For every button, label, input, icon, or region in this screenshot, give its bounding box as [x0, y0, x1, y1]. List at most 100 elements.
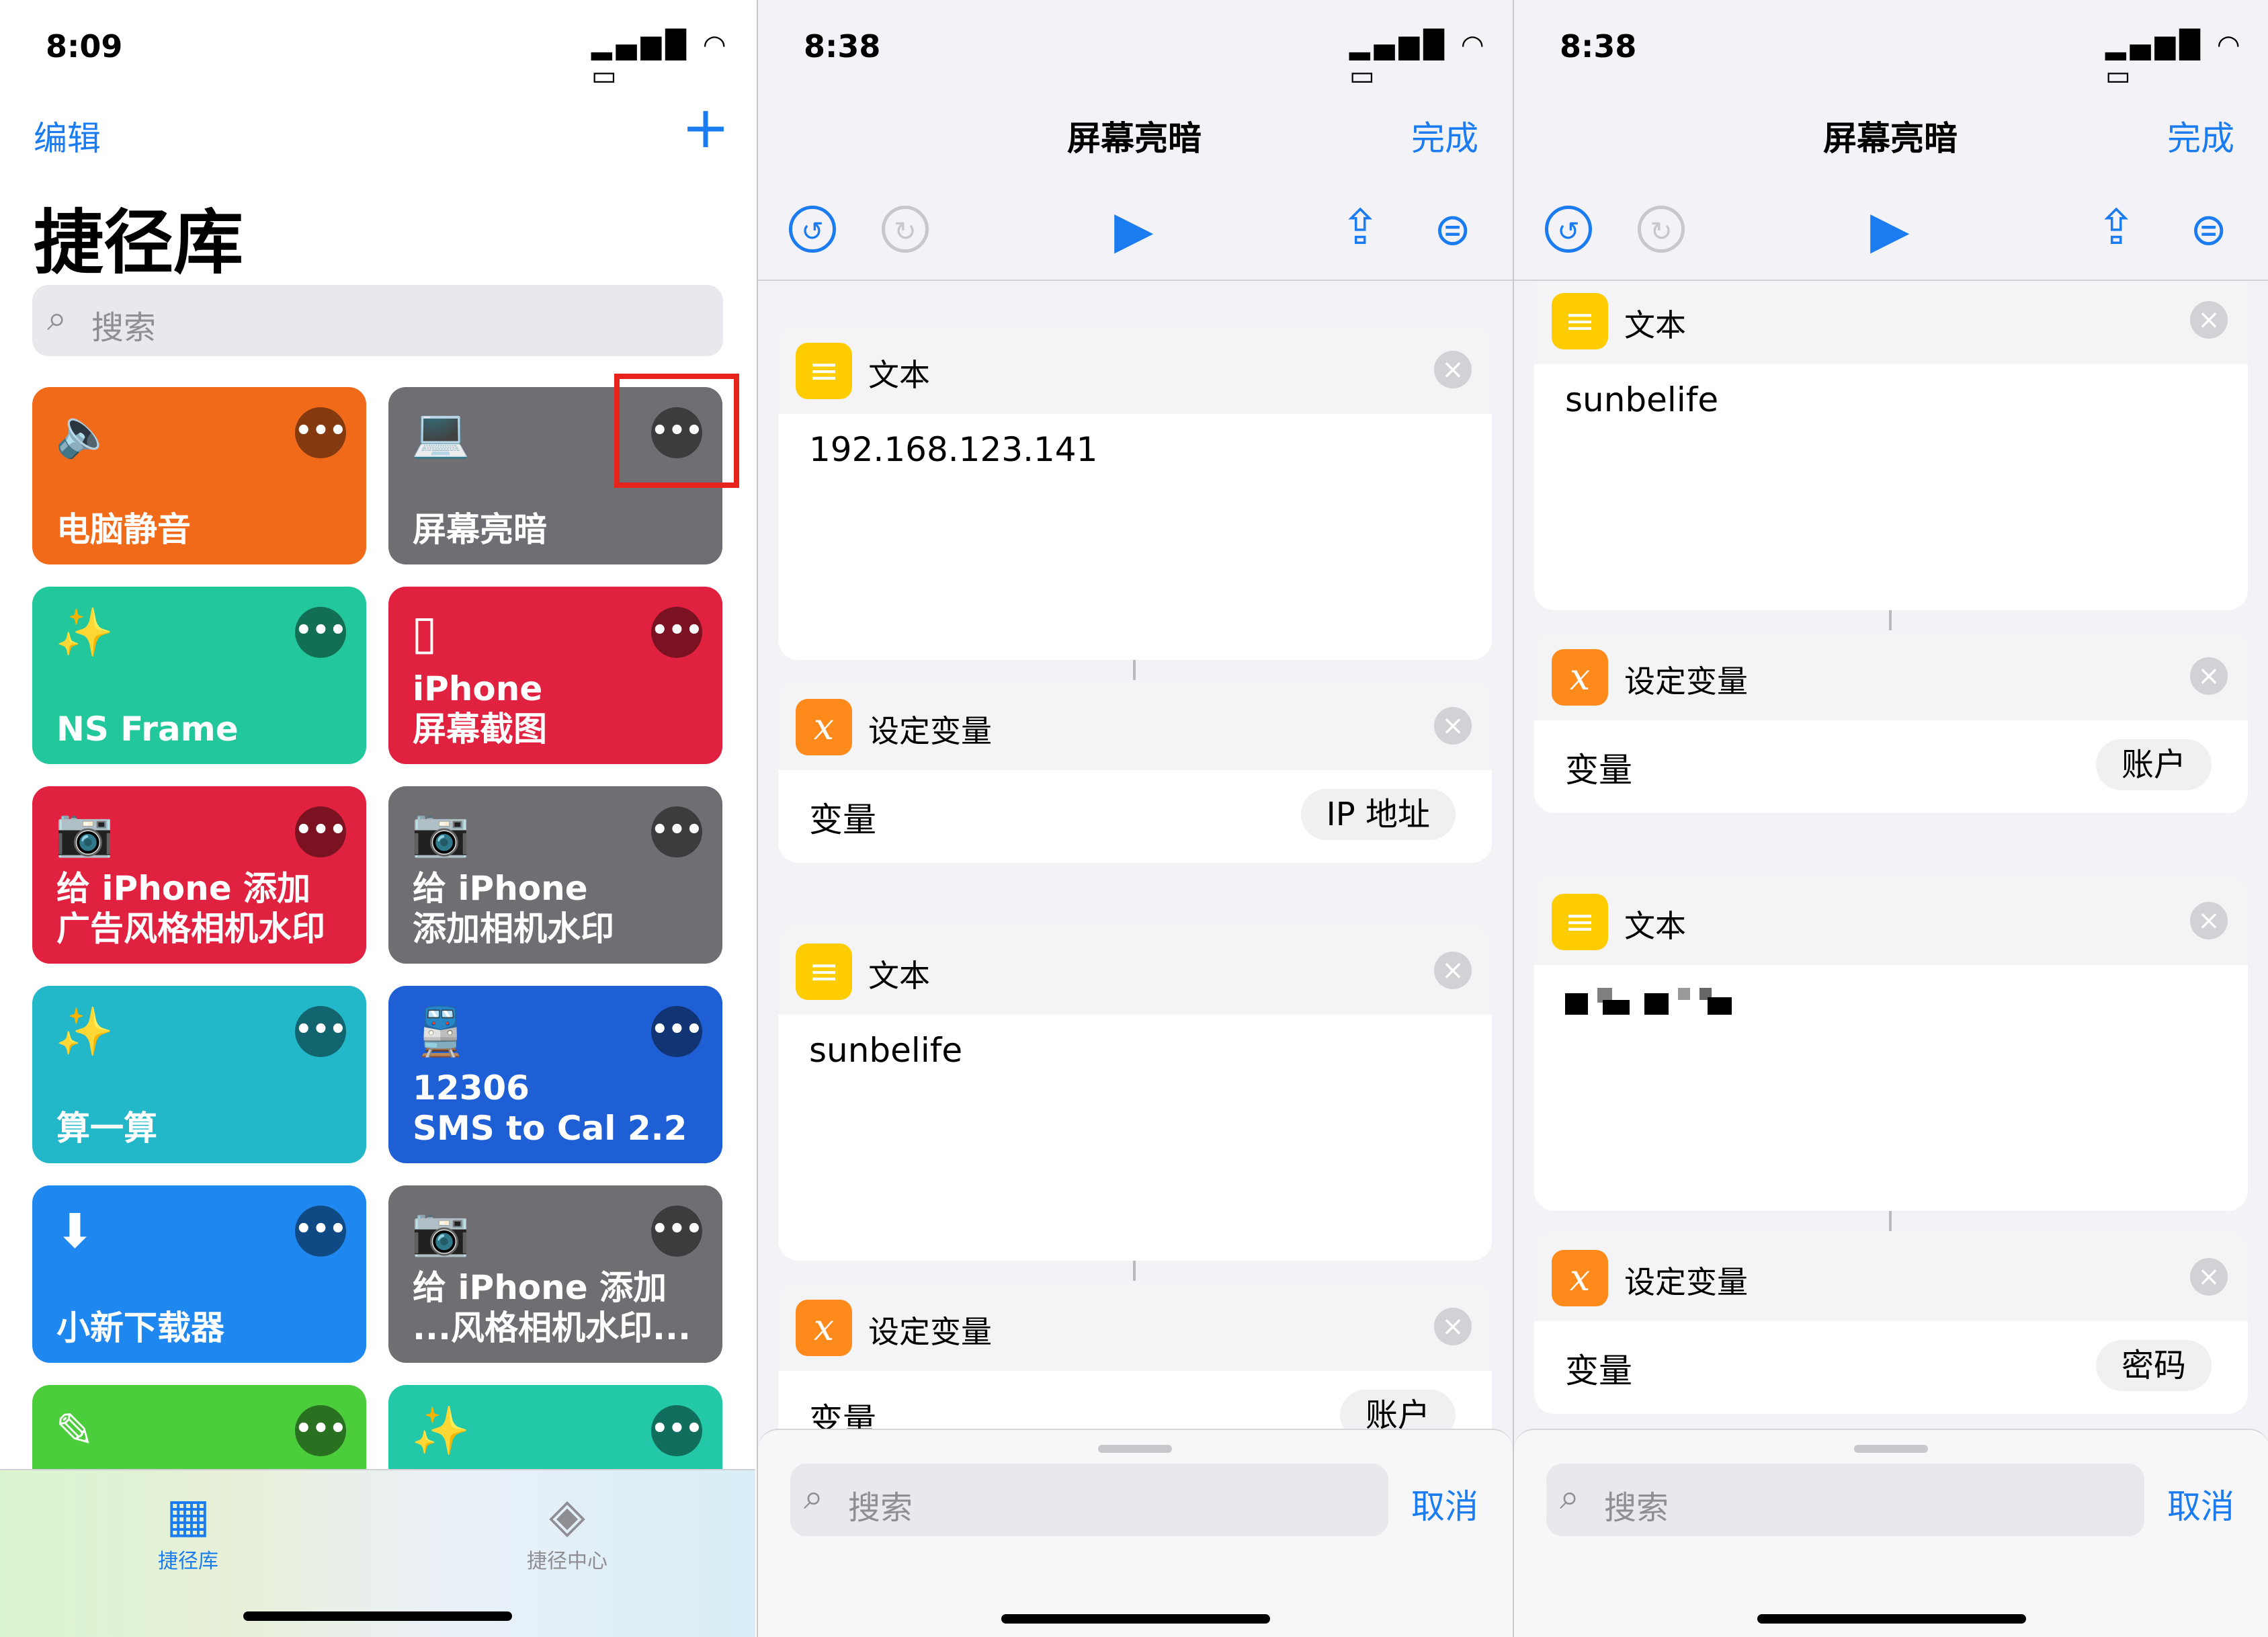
done-button[interactable]: 完成: [2167, 112, 2234, 160]
shortcut-tile[interactable]: 📷 ••• 给 iPhone 添加 广告风格相机水印: [32, 786, 366, 964]
text-icon: ≡: [796, 943, 852, 1000]
play-icon[interactable]: ▶: [1870, 202, 1909, 258]
connector: [1889, 1211, 1892, 1231]
remove-icon[interactable]: ×: [1434, 707, 1472, 745]
share-icon[interactable]: ⇪: [1340, 199, 1380, 255]
connector: [1889, 610, 1892, 630]
magic-wand-icon: ✨: [411, 1403, 470, 1458]
text-content[interactable]: sunbelife: [809, 1031, 962, 1070]
undo-icon[interactable]: ↺: [789, 206, 836, 253]
connector: [1133, 660, 1136, 680]
shortcut-tile[interactable]: ⬇ ••• 小新下载器: [32, 1185, 366, 1363]
text-action-card[interactable]: ≡ 文本 ×: [1534, 875, 2248, 1211]
undo-icon[interactable]: ↺: [1545, 206, 1592, 253]
remove-icon[interactable]: ×: [2190, 301, 2228, 339]
card-header: x 设定变量 ×: [778, 1281, 1492, 1371]
status-icons: ▂▄▆█ ◠ ▭: [1349, 30, 1488, 91]
shortcut-name: 12306 SMS to Cal 2.2: [413, 1068, 687, 1148]
more-options-icon[interactable]: •••: [295, 806, 347, 857]
text-content[interactable]: 192.168.123.141: [809, 430, 1097, 469]
shortcut-tile[interactable]: 📷 ••• 给 iPhone 添加相机水印: [388, 786, 722, 964]
train-icon: 🚆: [411, 1004, 470, 1059]
card-title: 设定变量: [868, 1314, 992, 1350]
variable-name-pill[interactable]: 账户: [2095, 739, 2212, 790]
more-options-icon[interactable]: •••: [651, 1006, 703, 1057]
status-time: 8:38: [804, 28, 881, 65]
sheet-grabber[interactable]: [1098, 1445, 1172, 1453]
remove-icon[interactable]: ×: [2190, 902, 2228, 939]
text-action-card[interactable]: ≡ 文本 × sunbelife: [1534, 282, 2248, 610]
editor-screen-2: 8:38 ▂▄▆█ ◠ ▭ 屏幕亮暗 完成 ↺ ↻ ▶ ⇪ ⊜ ≡ 文本 × s…: [1513, 0, 2268, 1637]
sheet-grabber[interactable]: [1854, 1445, 1928, 1453]
more-options-icon[interactable]: •••: [295, 1006, 347, 1057]
action-search-sheet: ⌕ 搜索 取消: [1514, 1429, 2268, 1637]
share-icon[interactable]: ⇪: [2096, 199, 2136, 255]
settings-toggle-icon[interactable]: ⊜: [1434, 203, 1471, 257]
home-indicator: [1001, 1614, 1270, 1624]
shortcut-tile[interactable]: ✨ ••• NS Frame: [32, 587, 366, 764]
shortcut-tile[interactable]: ▯ ••• iPhone 屏幕截图: [388, 587, 722, 764]
magic-wand-icon: ✨: [55, 1004, 114, 1059]
shortcut-name: 给 iPhone 添加 广告风格相机水印: [56, 869, 325, 948]
text-action-card[interactable]: ≡ 文本 × sunbelife: [778, 925, 1492, 1261]
more-options-icon[interactable]: •••: [295, 607, 347, 658]
remove-icon[interactable]: ×: [2190, 657, 2228, 695]
more-options-icon[interactable]: •••: [651, 1405, 703, 1456]
more-options-icon[interactable]: •••: [651, 1206, 703, 1257]
tab-gallery[interactable]: ◈ 捷径中心: [493, 1486, 641, 1574]
cancel-button[interactable]: 取消: [2167, 1480, 2234, 1528]
tab-library[interactable]: ▦ 捷径库: [114, 1486, 262, 1574]
more-options-icon[interactable]: •••: [651, 607, 703, 658]
home-indicator: [243, 1611, 512, 1621]
remove-icon[interactable]: ×: [1434, 1308, 1472, 1345]
shortcut-tile[interactable]: ✎ •••: [32, 1385, 366, 1469]
shortcut-name: 给 iPhone 添加相机水印: [413, 869, 614, 948]
shortcut-tile[interactable]: ✨ •••: [388, 1385, 722, 1469]
set-variable-card[interactable]: x 设定变量 × 变量 账户: [1534, 630, 2248, 813]
layers-icon: ◈: [549, 1488, 585, 1543]
variable-label: 变量: [1565, 1351, 1632, 1390]
laptop-icon: 💻: [411, 405, 470, 460]
play-icon[interactable]: ▶: [1114, 202, 1153, 258]
cancel-button[interactable]: 取消: [1411, 1480, 1478, 1528]
more-options-icon[interactable]: •••: [295, 1206, 347, 1257]
nav-title: 屏幕亮暗: [1067, 119, 1202, 158]
shortcut-tile[interactable]: 🚆 ••• 12306 SMS to Cal 2.2: [388, 986, 722, 1163]
search-input[interactable]: ⌕ 搜索: [1546, 1464, 2144, 1536]
more-options-icon[interactable]: •••: [295, 407, 347, 458]
camera-icon: 📷: [55, 804, 114, 859]
remove-icon[interactable]: ×: [1434, 351, 1472, 388]
redo-icon[interactable]: ↻: [1638, 206, 1685, 253]
card-header: ≡ 文本 ×: [1534, 875, 2248, 965]
shortcut-grid: 🔈 ••• 电脑静音 💻 ••• 屏幕亮暗 ✨ ••• NS Frame ▯ ••• iPhone 屏…: [0, 0, 755, 1469]
search-placeholder: 搜索: [1604, 1489, 1669, 1527]
magic-wand-icon: ✨: [55, 605, 114, 660]
settings-toggle-icon[interactable]: ⊜: [2190, 203, 2227, 257]
remove-icon[interactable]: ×: [2190, 1258, 2228, 1296]
shortcut-tile[interactable]: ✨ ••• 算一算: [32, 986, 366, 1163]
variable-name-pill[interactable]: 密码: [2095, 1340, 2212, 1391]
tab-library-label: 捷径库: [158, 1550, 218, 1573]
redacted-text[interactable]: [1565, 988, 1733, 1015]
set-variable-card[interactable]: x 设定变量 × 变量 密码: [1534, 1231, 2248, 1414]
more-options-icon[interactable]: •••: [651, 806, 703, 857]
search-icon: ⌕: [804, 1477, 824, 1517]
download-icon: ⬇: [55, 1204, 95, 1259]
status-time: 8:38: [1560, 28, 1637, 65]
text-content[interactable]: sunbelife: [1565, 380, 1718, 419]
card-title: 文本: [868, 357, 930, 393]
text-action-card[interactable]: ≡ 文本 × 192.168.123.141: [778, 324, 1492, 660]
search-input[interactable]: ⌕ 搜索: [790, 1464, 1388, 1536]
shortcut-tile[interactable]: 🔈 ••• 电脑静音: [32, 387, 366, 564]
redo-icon[interactable]: ↻: [882, 206, 929, 253]
set-variable-card[interactable]: x 设定变量 × 变量 IP 地址: [778, 680, 1492, 863]
variable-icon: x: [796, 1300, 852, 1356]
search-placeholder: 搜索: [848, 1489, 913, 1527]
remove-icon[interactable]: ×: [1434, 952, 1472, 989]
done-button[interactable]: 完成: [1411, 112, 1478, 160]
card-header: x 设定变量 ×: [1534, 630, 2248, 720]
card-title: 设定变量: [1624, 663, 1748, 700]
variable-name-pill[interactable]: IP 地址: [1300, 789, 1456, 840]
shortcut-tile[interactable]: 📷 ••• 给 iPhone 添加 ...风格相机水印...: [388, 1185, 722, 1363]
more-options-icon[interactable]: •••: [295, 1405, 347, 1456]
